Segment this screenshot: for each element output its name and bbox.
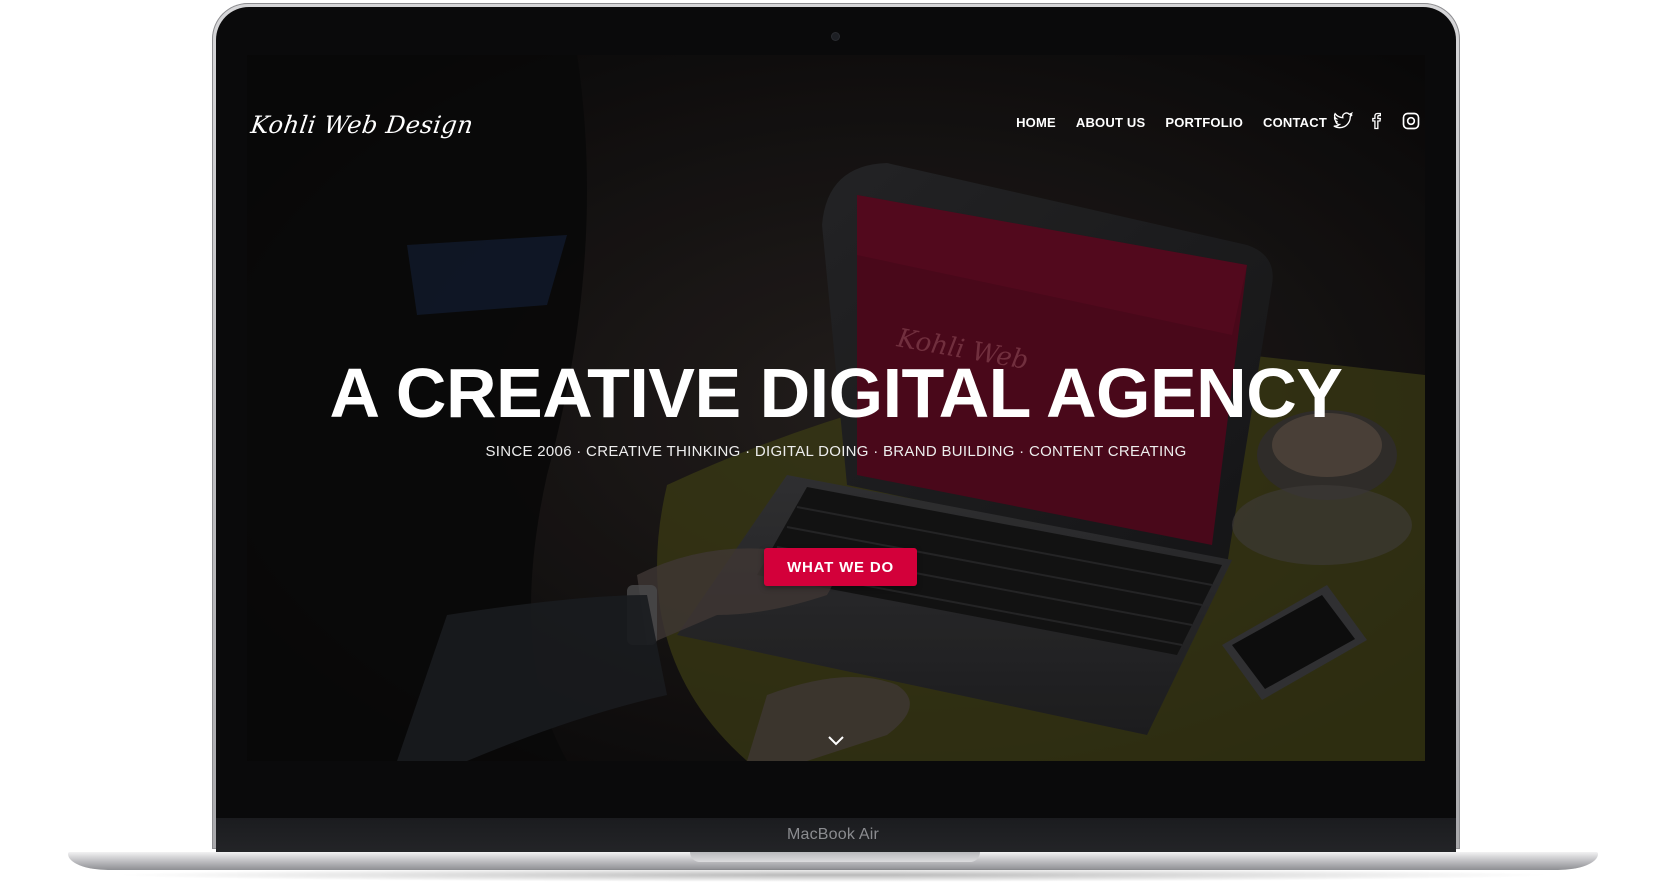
social-links [1333,111,1421,131]
site-logo[interactable]: Kohli Web Design [249,111,475,139]
model-label: MacBook Air [786,826,879,843]
instagram-icon[interactable] [1401,111,1421,131]
what-we-do-button[interactable]: WHAT WE DO [764,548,917,586]
nav-about-us[interactable]: ABOUT US [1076,115,1146,130]
nav-portfolio[interactable]: PORTFOLIO [1165,115,1243,130]
facebook-icon[interactable] [1367,111,1387,131]
twitter-icon[interactable] [1333,111,1353,131]
main-nav: HOME ABOUT US PORTFOLIO CONTACT [1016,115,1327,130]
website-screen: Kohli Web Kohli Web Design HOME ABOUT US… [247,55,1425,761]
nav-contact[interactable]: CONTACT [1263,115,1327,130]
nav-home[interactable]: HOME [1016,115,1056,130]
base-shadow [110,868,1556,882]
lid-notch [690,852,980,862]
webcam [832,33,839,40]
chevron-down-icon[interactable] [827,735,845,747]
hero-headline: A CREATIVE DIGITAL AGENCY [329,354,1343,432]
hero-tagline: SINCE 2006 · CREATIVE THINKING · DIGITAL… [485,443,1187,460]
